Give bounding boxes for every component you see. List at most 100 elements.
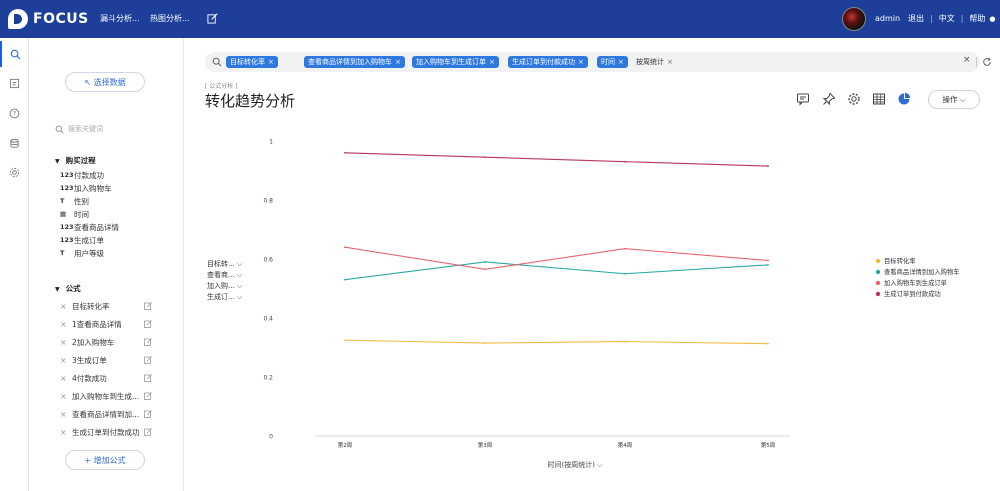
filter-chip[interactable]: 加入购物车到生成订单 × xyxy=(412,56,499,68)
add-formula-button[interactable]: + 增加公式 xyxy=(65,450,145,470)
remove-formula-icon[interactable]: × xyxy=(60,356,72,365)
settings-button[interactable] xyxy=(847,92,861,106)
legend-swatch xyxy=(875,269,881,275)
remove-formula-icon[interactable]: × xyxy=(60,392,72,401)
nav-tab-heatmap[interactable]: 热图分析... xyxy=(150,0,190,38)
remove-chip-icon[interactable]: × xyxy=(667,58,673,66)
edit-icon[interactable] xyxy=(207,13,218,24)
series-line xyxy=(344,246,769,270)
group-purchase-process[interactable]: ▼ 购买过程 xyxy=(55,155,96,166)
main-area: 目标转化率 × 查看商品详情到加入购物车 × 加入购物车到生成订单 × 生成订单到付款成功 ×… xyxy=(185,38,1000,491)
clear-search-icon[interactable]: × xyxy=(963,55,971,65)
y-tick-label: 0.6 xyxy=(263,257,273,264)
filter-chip[interactable]: 按周统计 × xyxy=(632,56,677,68)
edit-formula-icon[interactable] xyxy=(144,338,152,346)
data-point xyxy=(484,268,486,271)
edit-formula-icon[interactable] xyxy=(144,302,152,310)
edit-formula-icon[interactable] xyxy=(144,320,152,328)
remove-formula-icon[interactable]: × xyxy=(60,320,72,329)
field-item[interactable]: 123 查看商品详情 xyxy=(60,221,119,233)
formula-item[interactable]: × 3生成订单 xyxy=(60,353,152,367)
select-data-button[interactable]: ↖ 选择数据 xyxy=(65,72,145,92)
edit-formula-icon[interactable] xyxy=(144,410,152,418)
link-separator: | xyxy=(960,14,964,23)
filter-chip[interactable]: 目标转化率 × xyxy=(226,56,278,68)
user-name-label: admin xyxy=(875,14,901,23)
x-axis-title[interactable]: 时间(按周统计) ⌵ xyxy=(548,460,604,469)
logo[interactable]: FOCUS xyxy=(8,8,89,30)
filter-chip[interactable]: 生成订单到付款成功 × xyxy=(508,56,588,68)
remove-formula-icon[interactable]: × xyxy=(60,302,72,311)
field-item[interactable]: ▦ 时间 xyxy=(60,208,89,220)
formula-item[interactable]: × 生成订单到付款成功 xyxy=(60,425,152,436)
page-title: 转化趋势分析 xyxy=(205,92,296,110)
user-name[interactable]: admin xyxy=(875,0,900,38)
formula-label: 2加入购物车 xyxy=(72,337,115,347)
table-view-button[interactable] xyxy=(872,92,886,106)
remove-formula-icon[interactable]: × xyxy=(60,428,72,437)
field-item[interactable]: 123 生成订单 xyxy=(60,234,104,246)
formula-item[interactable]: × 1查看商品详情 xyxy=(60,317,152,331)
help-link[interactable]: 帮助 xyxy=(969,0,985,38)
edit-formula-icon[interactable] xyxy=(144,356,152,364)
formula-item[interactable]: × 查看商品详情到加... xyxy=(60,407,152,421)
edit-formula-icon[interactable] xyxy=(144,428,152,436)
chart-type-button[interactable] xyxy=(897,92,911,106)
field-label: 用户等级 xyxy=(74,248,104,258)
comment-button[interactable] xyxy=(796,92,810,106)
remove-chip-icon[interactable]: × xyxy=(395,58,401,66)
y-measure-selector[interactable]: 生成订... ⌵ xyxy=(207,292,242,302)
gear-icon xyxy=(848,93,860,105)
remove-formula-icon[interactable]: × xyxy=(60,338,72,347)
gear-icon xyxy=(9,167,20,177)
rail-search[interactable] xyxy=(0,41,29,67)
formula-item[interactable]: × 4付款成功 xyxy=(60,371,152,385)
formula-label: 生成订单到付款成功 xyxy=(72,427,140,437)
rail-database[interactable] xyxy=(0,130,29,156)
top-links: 退出 | 中文 | 帮助 ● xyxy=(908,0,996,38)
group-title-label: 公式 xyxy=(65,284,81,293)
operations-button[interactable]: 操作 ⌵ xyxy=(928,90,980,109)
data-point xyxy=(767,342,769,345)
help-chevron-icon[interactable]: ● xyxy=(989,0,995,38)
pin-button[interactable] xyxy=(822,92,836,106)
search-bar[interactable]: 目标转化率 × 查看商品详情到加入购物车 × 加入购物车到生成订单 × 生成订单到付款成功 ×… xyxy=(205,52,991,72)
field-item[interactable]: 123 付款成功 xyxy=(60,169,104,181)
filter-chip[interactable]: 查看商品详情到加入购物车 × xyxy=(304,56,405,68)
panel-search-input[interactable]: 搜索关键词 xyxy=(55,122,165,136)
rail-help[interactable]: ? xyxy=(0,100,29,126)
formula-item[interactable]: × 目标转化率 xyxy=(60,299,152,313)
remove-chip-icon[interactable]: × xyxy=(618,58,624,66)
avatar[interactable] xyxy=(842,7,866,31)
y-measure-selector[interactable]: 加入购... ⌵ xyxy=(207,281,242,291)
data-point xyxy=(767,165,769,167)
nav-tab-funnel[interactable]: 漏斗分析... xyxy=(100,0,140,38)
refresh-icon[interactable] xyxy=(982,57,992,67)
edit-formula-icon[interactable] xyxy=(144,374,152,382)
filter-chip[interactable]: 时间 × xyxy=(597,56,628,68)
y-measure-selector[interactable]: 目标转... ⌵ xyxy=(207,259,242,269)
rail-dashboard[interactable] xyxy=(0,70,29,96)
remove-chip-icon[interactable]: × xyxy=(489,58,495,66)
filter-chip-label: 加入购物车到生成订单 xyxy=(416,58,486,66)
remove-chip-icon[interactable]: × xyxy=(268,58,274,66)
formula-item[interactable]: × 加入购物车到生成... xyxy=(60,389,152,403)
formula-item[interactable]: × 2加入购物车 xyxy=(60,335,152,349)
search-placeholder: 搜索关键词 xyxy=(68,125,103,133)
rail-settings[interactable] xyxy=(0,159,29,185)
field-item[interactable]: T 性别 xyxy=(60,195,89,207)
remove-chip-icon[interactable]: × xyxy=(578,58,584,66)
edit-formula-icon[interactable] xyxy=(144,392,152,400)
logout-link[interactable]: 退出 xyxy=(908,0,924,38)
y-measure-selector[interactable]: 查看商... ⌵ xyxy=(207,270,242,280)
question-icon: ? xyxy=(9,108,20,118)
remove-formula-icon[interactable]: × xyxy=(60,374,72,383)
formula-list: × 目标转化率 × 1查看商品详情 × 2加入购物车 × 3生成订单 × 4付款成功 × 加入购物车到… xyxy=(29,296,184,436)
language-link[interactable]: 中文 xyxy=(939,0,955,38)
field-item[interactable]: 123 加入购物车 xyxy=(60,182,112,194)
remove-formula-icon[interactable]: × xyxy=(60,410,72,419)
group-formulas[interactable]: ▼ 公式 xyxy=(55,283,81,294)
search-icon xyxy=(212,57,222,67)
data-point xyxy=(624,160,626,163)
field-item[interactable]: T 用户等级 xyxy=(60,247,104,259)
